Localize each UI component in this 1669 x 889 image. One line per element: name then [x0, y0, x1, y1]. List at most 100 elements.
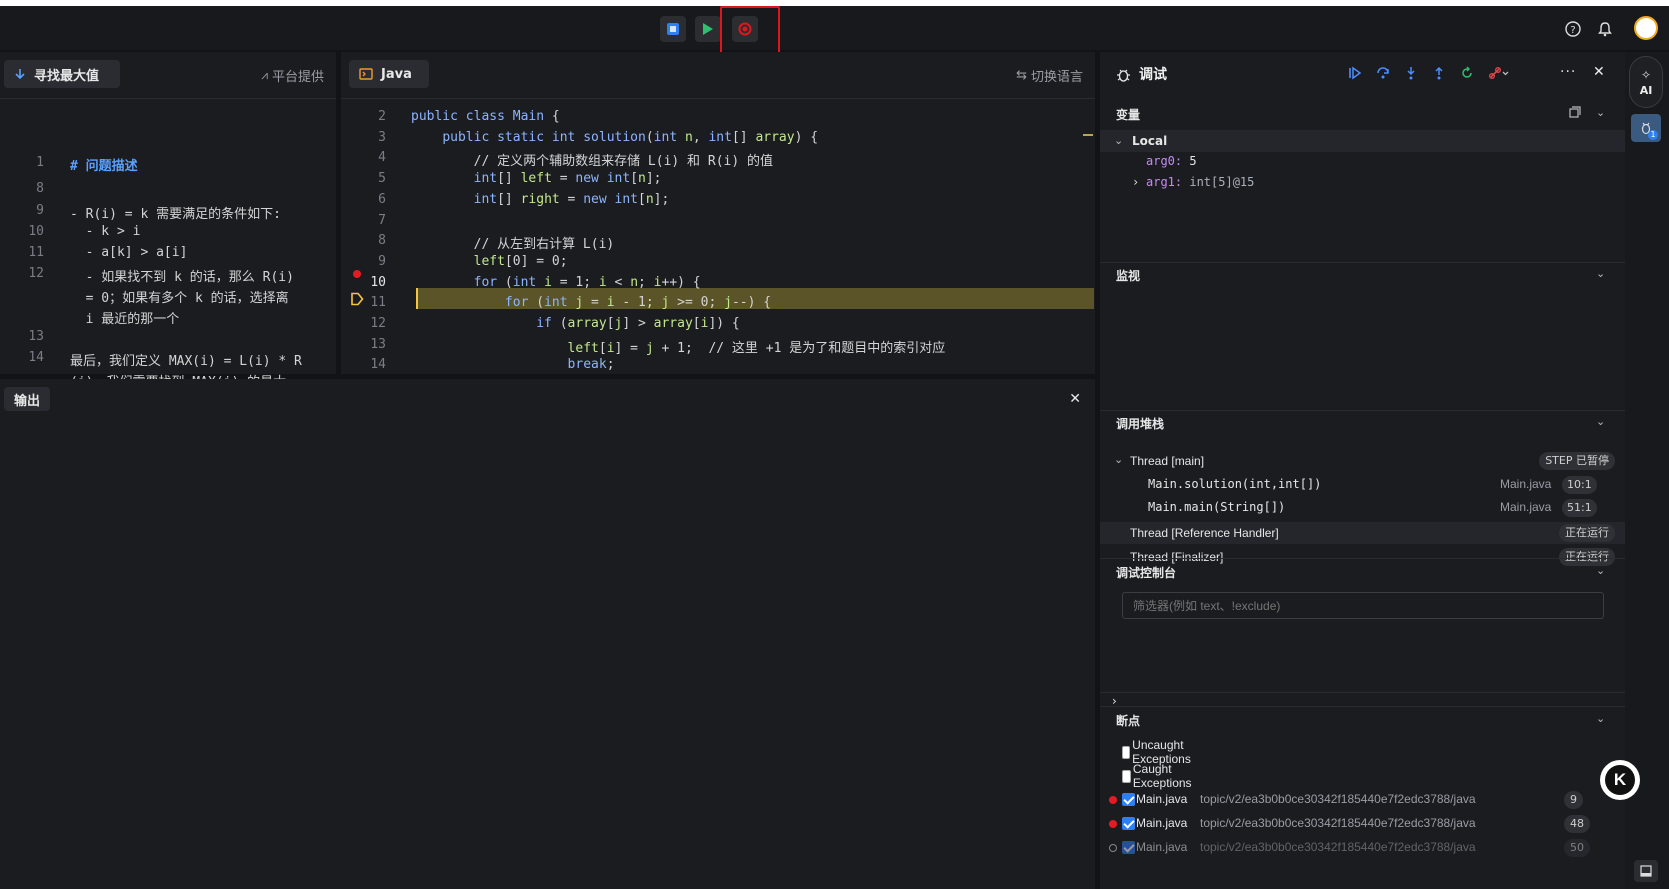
line-number: 9 [36, 203, 44, 218]
breakpoint-row[interactable]: Main.java topic/v2/ea3b0b0ce30342f185440e… [1100, 814, 1625, 834]
code-line: public static int solution(int n, int[] … [442, 129, 819, 145]
code-line: for (int j = i - 1; j >= 0; j--) { [504, 295, 772, 311]
line-number: 12 [370, 316, 386, 331]
code-line: int[] left = new int[n]; [473, 171, 662, 187]
breakpoint-row[interactable]: Main.java topic/v2/ea3b0b0ce30342f185440e… [1100, 838, 1625, 858]
thread-name: Thread [Finalizer] [1130, 550, 1224, 564]
close-icon[interactable]: ✕ [1069, 391, 1081, 407]
problem-text-line: - 如果找不到 k 的话，那么 R(i) [70, 270, 294, 285]
line-number: 4 [378, 150, 386, 166]
scroll-marker [1083, 134, 1093, 136]
local-scope-label: Local [1132, 134, 1168, 148]
debug-icon [667, 23, 679, 35]
bell-icon[interactable] [1596, 20, 1614, 38]
logo-icon: K [1605, 765, 1635, 795]
play-icon [703, 23, 713, 35]
breakpoint-dot[interactable] [353, 270, 361, 278]
breakpoints-title: 断点 [1116, 714, 1141, 728]
breakpoint-checkbox[interactable] [1122, 817, 1135, 830]
stop-button-highlight [720, 6, 780, 54]
stack-frame-name: Main.solution(int,int[]) [1148, 477, 1322, 491]
output-tab-label: 输出 [14, 393, 41, 409]
output-tab[interactable]: 输出 [4, 387, 51, 411]
stack-frame-row[interactable]: Main.solution(int,int[]) Main.java 10:1 [1100, 473, 1625, 495]
ai-label: AI [1639, 83, 1653, 97]
provider-label: ⩘ 平台提供 [261, 66, 324, 85]
bug-icon [1117, 69, 1130, 82]
variable-row[interactable]: › arg1: int[5]@15 [1132, 175, 1255, 189]
ai-button[interactable]: ✧ AI [1629, 56, 1663, 108]
variable-row[interactable]: arg0: 5 [1146, 154, 1197, 168]
local-scope-row[interactable]: ⌄ Local [1100, 130, 1625, 152]
line-number: 9 [378, 253, 386, 269]
output-panel: 输出 ✕ [0, 379, 1095, 889]
app-window: ? 寻找最大值 ⩘ 平台提供 1 # 问题描述 8 9 - R(i) = k 需要满足的… [0, 6, 1669, 889]
chevron-down-icon[interactable]: ⌄ [1596, 564, 1605, 577]
exception-checkbox[interactable] [1122, 769, 1131, 783]
chevron-down-icon: ⌄ [1114, 134, 1124, 147]
step-out-icon[interactable] [1432, 66, 1446, 80]
help-icon[interactable]: ? [1564, 20, 1582, 38]
chevron-down-icon[interactable]: ⌄ [1596, 415, 1605, 428]
exception-checkbox[interactable] [1122, 745, 1131, 759]
watch-title: 监视 [1116, 269, 1141, 283]
chevron-down-icon[interactable]: ⌄ [1596, 106, 1605, 119]
chevron-right-icon[interactable]: › [1132, 175, 1139, 189]
thread-status-badge: STEP 已暂停 [1539, 452, 1615, 470]
breakpoint-row[interactable]: Main.java topic/v2/ea3b0b0ce30342f185440e… [1100, 790, 1625, 810]
debug-title: 调试 [1139, 67, 1167, 83]
debug-count-badge: 1 [1648, 130, 1658, 140]
code-line: left[i] = j + 1; // 这里 +1 是为了和题目中的索引对应 [567, 340, 946, 356]
step-into-icon[interactable] [1404, 66, 1418, 80]
breakpoint-line-badge: 9 [1564, 791, 1583, 809]
thread-status-badge: 正在运行 [1559, 524, 1615, 542]
step-over-icon[interactable] [1376, 66, 1390, 80]
exception-breakpoint-row[interactable]: Uncaught Exceptions [1122, 738, 1196, 766]
line-number: 8 [36, 181, 44, 196]
variable-value: 5 [1189, 154, 1197, 168]
variables-title: 变量 [1116, 108, 1141, 122]
breakpoint-checkbox[interactable] [1122, 793, 1135, 806]
line-number: 7 [378, 212, 386, 228]
chevron-down-icon[interactable]: ⌄ [1596, 267, 1605, 280]
switch-language-button[interactable]: ⇆ 切换语言 [1016, 66, 1083, 85]
language-tab[interactable]: Java [349, 60, 429, 88]
filter-input[interactable] [1122, 592, 1604, 619]
thread-row[interactable]: ⌄ Thread [main] STEP 已暂停 [1100, 450, 1625, 472]
exception-breakpoint-row[interactable]: Caught Exceptions [1122, 762, 1196, 790]
java-icon [359, 68, 373, 80]
avatar[interactable] [1634, 16, 1658, 40]
problem-text-line: 最后，我们定义 MAX(i) = L(i) * R [70, 354, 302, 369]
run-button[interactable] [695, 16, 721, 42]
chevron-down-icon[interactable]: ⌄ [1596, 712, 1605, 725]
debug-sidebar-button[interactable]: 1 [1631, 114, 1661, 142]
breakpoint-checkbox[interactable] [1122, 841, 1135, 854]
continue-icon[interactable] [1348, 66, 1362, 80]
problem-tab[interactable]: 寻找最大值 [4, 60, 120, 88]
assistant-logo-button[interactable]: K [1600, 760, 1640, 800]
panel-toggle-button[interactable] [1634, 860, 1658, 882]
problem-text-line: = 0；如果有多个 k 的话，选择离 [70, 291, 289, 306]
stack-frame-row[interactable]: Main.main(String[]) Main.java 51:1 [1100, 496, 1625, 518]
more-icon[interactable]: ··· [1560, 64, 1576, 80]
debug-toolbar-button[interactable] [660, 16, 686, 42]
variable-value: int[5]@15 [1189, 175, 1255, 189]
sparkle-icon: ✧ [1640, 67, 1652, 82]
thread-row[interactable]: Thread [Finalizer] 正在运行 [1100, 546, 1625, 568]
provider-text: 平台提供 [271, 70, 324, 85]
stack-frame-position: 10:1 [1562, 476, 1597, 494]
breakpoint-dot [1109, 820, 1117, 828]
breakpoint-dot [1109, 796, 1117, 804]
code-line: // 从左到右计算 L(i) [411, 237, 615, 253]
line-number: 6 [378, 191, 386, 207]
line-number: 3 [378, 129, 386, 145]
collapse-all-icon[interactable] [1569, 106, 1581, 118]
thread-row[interactable]: Thread [Reference Handler] 正在运行 [1100, 522, 1625, 544]
divider [0, 98, 336, 99]
restart-icon[interactable] [1460, 66, 1474, 80]
breakpoint-line-badge: 48 [1564, 815, 1590, 833]
code-line: public class Main { [411, 109, 560, 124]
close-debug-icon[interactable]: ✕ [1593, 64, 1605, 80]
disconnect-icon[interactable] [1488, 66, 1510, 80]
chevron-down-icon: ⌄ [1114, 453, 1124, 466]
